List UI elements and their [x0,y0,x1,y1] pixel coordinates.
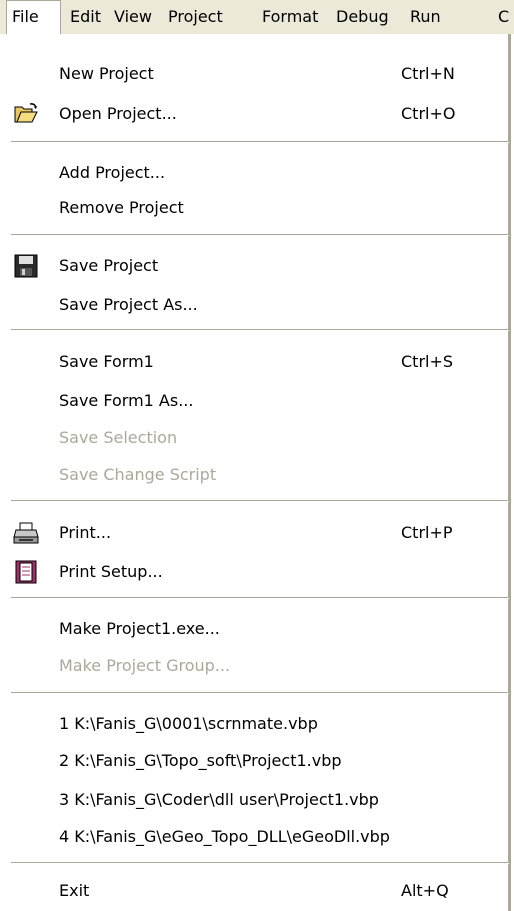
menu-item-label: Save Form1 [59,352,154,371]
menu-item-label: 3 K:\Fanis_G\Coder\dll user\Project1.vbp [59,790,379,809]
menu-item-save-project-as[interactable]: Save Project As... [1,288,509,322]
menu-separator [11,500,509,502]
menu-item-label: Save Change Script [59,465,217,484]
menu-item-label: Make Project1.exe... [59,619,220,638]
menu-item-label: Exit [59,881,90,900]
print-setup-icon [13,559,39,585]
menu-overflow[interactable]: C [498,0,509,34]
menu-item-recent-4[interactable]: 4 K:\Fanis_G\eGeo_Topo_DLL\eGeoDll.vbp [1,820,509,854]
menu-item-save-form1-as[interactable]: Save Form1 As... [1,384,509,418]
file-menu-dropdown: New Project Ctrl+N Open Project... Ctrl+… [0,34,511,911]
menu-project[interactable]: Project [168,0,223,34]
menu-separator [11,234,509,236]
menu-edit[interactable]: Edit [70,0,101,34]
menu-view[interactable]: View [114,0,152,34]
menu-separator [11,597,509,599]
menu-separator [11,141,509,143]
menu-item-label: Open Project... [59,104,177,123]
menu-item-label: Save Selection [59,428,178,447]
menu-item-label: Make Project Group... [59,656,231,675]
menu-item-make-project-group[interactable]: Make Project Group... [1,649,509,683]
menu-item-label: Print... [59,523,112,542]
menu-item-label: 2 K:\Fanis_G\Topo_soft\Project1.vbp [59,751,342,770]
menu-format[interactable]: Format [262,0,318,34]
menu-item-save-selection[interactable]: Save Selection [1,421,509,455]
menu-item-label: 4 K:\Fanis_G\eGeo_Topo_DLL\eGeoDll.vbp [59,827,390,846]
menu-item-exit[interactable]: Exit Alt+Q [1,874,509,908]
menu-item-recent-3[interactable]: 3 K:\Fanis_G\Coder\dll user\Project1.vbp [1,783,509,817]
menu-separator [11,692,509,694]
menu-item-save-change-script[interactable]: Save Change Script [1,458,509,492]
menu-item-add-project[interactable]: Add Project... [1,156,509,190]
menu-item-label: Save Form1 As... [59,391,194,410]
printer-icon [13,520,39,546]
menu-run[interactable]: Run [410,0,441,34]
menu-file[interactable]: File [6,0,61,34]
menu-item-label: Save Project As... [59,295,198,314]
menu-item-shortcut: Ctrl+N [401,64,455,83]
menu-item-remove-project[interactable]: Remove Project [1,191,509,225]
menu-item-shortcut: Ctrl+S [401,352,454,371]
menu-separator [11,329,509,331]
menu-item-new-project[interactable]: New Project Ctrl+N [1,57,509,91]
menu-item-make-exe[interactable]: Make Project1.exe... [1,612,509,646]
menu-item-label: Print Setup... [59,562,163,581]
menu-item-print[interactable]: Print... Ctrl+P [1,516,509,550]
menu-item-shortcut: Alt+Q [401,881,449,900]
menu-item-label: Add Project... [59,163,166,182]
menu-bar: File Edit View Project Format Debug Run … [0,0,514,34]
menu-item-save-form1[interactable]: Save Form1 Ctrl+S [1,345,509,379]
menu-item-label: Save Project [59,256,159,275]
menu-item-open-project[interactable]: Open Project... Ctrl+O [1,97,509,131]
menu-item-recent-2[interactable]: 2 K:\Fanis_G\Topo_soft\Project1.vbp [1,744,509,778]
menu-separator [11,862,509,864]
menu-debug[interactable]: Debug [336,0,389,34]
menu-item-shortcut: Ctrl+P [401,523,453,542]
menu-item-shortcut: Ctrl+O [401,104,456,123]
menu-item-label: 1 K:\Fanis_G\0001\scrnmate.vbp [59,714,318,733]
menu-item-save-project[interactable]: Save Project [1,249,509,283]
menu-item-label: New Project [59,64,154,83]
open-folder-icon [13,101,39,127]
menu-item-label: Remove Project [59,198,184,217]
menu-item-recent-1[interactable]: 1 K:\Fanis_G\0001\scrnmate.vbp [1,707,509,741]
floppy-disk-icon [13,253,39,279]
menu-item-print-setup[interactable]: Print Setup... [1,555,509,589]
